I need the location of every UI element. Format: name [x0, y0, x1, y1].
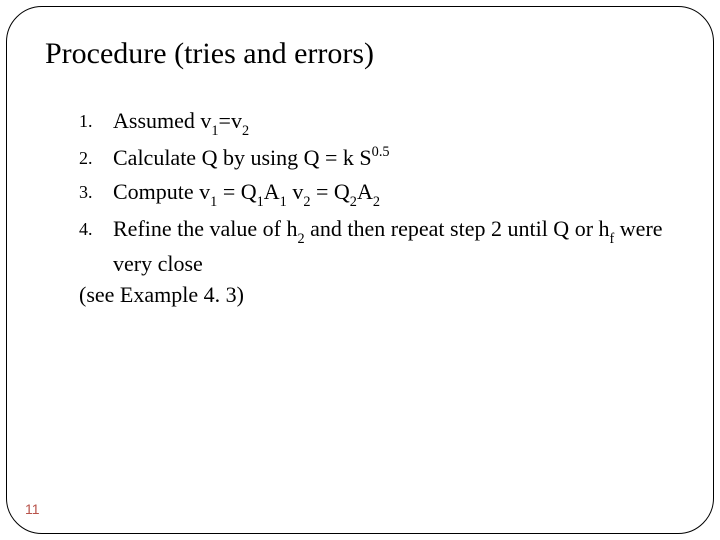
item-marker: 2.: [79, 142, 113, 174]
item-marker: 3.: [79, 176, 113, 211]
page-number: 11: [25, 501, 40, 517]
item-text: Refine the value of h2 and then repeat s…: [113, 213, 683, 280]
list-item: 1. Assumed v1=v2: [79, 105, 683, 140]
item-text: Compute v1 = Q1A1 v2 = Q2A2: [113, 176, 683, 211]
item-marker: 1.: [79, 105, 113, 140]
item-text: Assumed v1=v2: [113, 105, 683, 140]
note-text: (see Example 4. 3): [79, 282, 683, 308]
slide-title: Procedure (tries and errors): [45, 37, 683, 71]
list-item: 4. Refine the value of h2 and then repea…: [79, 213, 683, 280]
list-item: 2. Calculate Q by using Q = k S0.5: [79, 142, 683, 174]
item-text: Calculate Q by using Q = k S0.5: [113, 142, 683, 174]
slide-frame: Procedure (tries and errors) 1. Assumed …: [6, 6, 714, 534]
procedure-list: 1. Assumed v1=v2 2. Calculate Q by using…: [79, 105, 683, 280]
item-marker: 4.: [79, 213, 113, 280]
list-item: 3. Compute v1 = Q1A1 v2 = Q2A2: [79, 176, 683, 211]
